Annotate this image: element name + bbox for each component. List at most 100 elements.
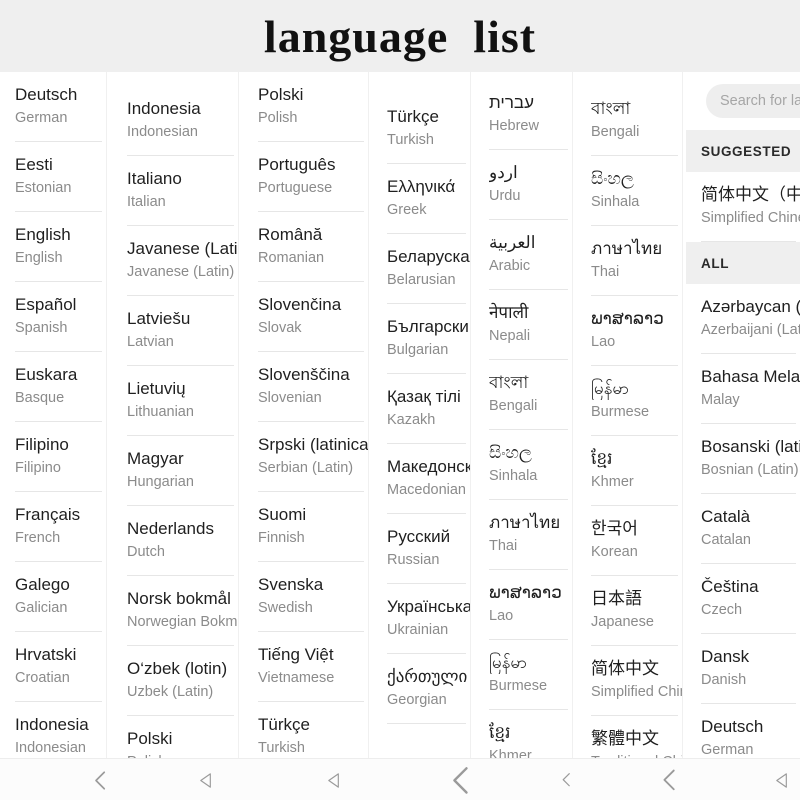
language-row[interactable]: Magyar Hungarian (112, 436, 238, 506)
language-native-name: ខ្មែរ (489, 723, 511, 742)
language-row[interactable]: සිංහල Sinhala (474, 430, 572, 500)
language-row[interactable]: Svenska Swedish (243, 562, 368, 632)
back-chevron-2-icon[interactable] (441, 759, 481, 800)
language-native-name: မြန်မာ (591, 379, 630, 398)
language-row[interactable]: Français French (0, 492, 106, 562)
language-row[interactable]: မြန်မာ Burmese (474, 640, 572, 710)
language-row[interactable]: Dansk Danish (686, 634, 800, 704)
language-row[interactable]: ພາສາລາວ Lao (576, 296, 682, 366)
language-list-panel[interactable]: Deutsch German Eesti Estonian English English… (0, 72, 106, 758)
language-row[interactable]: 简体中文（中国） Simplified Chinese (China) (686, 172, 800, 242)
language-row[interactable]: ภาษาไทย Thai (474, 500, 572, 570)
language-row[interactable]: Tiếng Việt Vietnamese (243, 632, 368, 702)
language-row[interactable]: 日本語 Japanese (576, 576, 682, 646)
back-triangle-1-icon[interactable] (186, 759, 226, 800)
language-native-name: Беларуская (387, 247, 470, 266)
search-input[interactable]: Search for language (706, 84, 800, 118)
language-row[interactable]: 简体中文 Simplified Chinese (576, 646, 682, 716)
language-row[interactable]: বাংলা Bengali (474, 360, 572, 430)
language-row[interactable]: ພາສາລາວ Lao (474, 570, 572, 640)
language-row[interactable]: नेपाली Nepali (474, 290, 572, 360)
language-row[interactable]: Català Catalan (686, 494, 800, 564)
language-native-name: العربية (489, 233, 536, 252)
language-row[interactable]: Español Spanish (0, 282, 106, 352)
language-row[interactable]: Македонски Macedonian (372, 444, 470, 514)
language-row[interactable]: Türkçe Turkish (243, 702, 368, 758)
language-list-panel[interactable]: עברית Hebrew اردو Urdu العربية Arabic नेपाली Ne… (474, 72, 572, 758)
language-search-panel[interactable]: Search for language SUGGESTED 简体中文（中国） Simp… (686, 72, 800, 758)
language-row[interactable]: ខ្មែរ Khmer (576, 436, 682, 506)
language-row[interactable]: Suomi Finnish (243, 492, 368, 562)
language-row[interactable]: PolskiPolish (112, 716, 238, 758)
language-row[interactable]: සිංහල Sinhala (576, 156, 682, 226)
back-chevron-3-icon[interactable] (546, 759, 586, 800)
language-row[interactable]: Slovenščina Slovenian (243, 352, 368, 422)
language-row[interactable]: Lietuvių Lithuanian (112, 366, 238, 436)
back-chevron-1-icon[interactable] (80, 759, 120, 800)
language-row[interactable]: العربية Arabic (474, 220, 572, 290)
language-row[interactable]: Galego Galician (0, 562, 106, 632)
language-row[interactable]: Norsk bokmål Norwegian Bokmål (112, 576, 238, 646)
language-row[interactable]: Русский Russian (372, 514, 470, 584)
language-english-name: French (15, 530, 61, 546)
language-list-panel[interactable]: বাংলা Bengali සිංහල Sinhala ภาษาไทย Thai ພາສາລ… (576, 72, 682, 758)
language-row[interactable]: Nederlands Dutch (112, 506, 238, 576)
language-row[interactable]: اردو Urdu (474, 150, 572, 220)
language-native-name: 日本語 (591, 589, 642, 608)
language-row[interactable]: Čeština Czech (686, 564, 800, 634)
language-english-name: Serbian (Latin) (258, 460, 354, 476)
language-row[interactable]: Bosanski (latinica) Bosnian (Latin) (686, 424, 800, 494)
language-row[interactable]: Eesti Estonian (0, 142, 106, 212)
back-triangle-3-icon[interactable] (762, 759, 800, 800)
language-english-name: Catalan (701, 532, 751, 548)
language-row[interactable]: ខ្មែរ Khmer (474, 710, 572, 758)
language-row[interactable]: 繁體中文Traditional Chinese (576, 716, 682, 758)
language-row[interactable]: 한국어 Korean (576, 506, 682, 576)
language-row[interactable]: ภาษาไทย Thai (576, 226, 682, 296)
language-row[interactable]: Hrvatski Croatian (0, 632, 106, 702)
panel-seam (470, 72, 471, 758)
language-row[interactable]: Srpski (latinica) Serbian (Latin) (243, 422, 368, 492)
language-row[interactable]: Українська Ukrainian (372, 584, 470, 654)
language-row[interactable]: Azərbaycan (latin) Azerbaijani (Latin) (686, 284, 800, 354)
language-row[interactable]: ქართული Georgian (372, 654, 470, 724)
language-native-name: Català (701, 507, 751, 526)
language-native-name: Bahasa Melayu (701, 367, 800, 386)
language-list-panel[interactable]: Indonesia Indonesian Italiano Italian Javane… (112, 72, 238, 758)
language-english-name: Russian (387, 552, 440, 568)
language-row[interactable]: မြန်မာ Burmese (576, 366, 682, 436)
back-chevron-4-icon[interactable] (649, 759, 689, 800)
language-row[interactable]: Indonesia Indonesian (0, 702, 106, 758)
language-row[interactable]: Deutsch German (0, 72, 106, 142)
language-row[interactable]: Bahasa Melayu Malay (686, 354, 800, 424)
language-list-panel[interactable]: Polski Polish Português Portuguese Română Rom… (243, 72, 368, 758)
language-row[interactable]: Türkçe Turkish (372, 94, 470, 164)
language-row[interactable]: Latviešu Latvian (112, 296, 238, 366)
language-row[interactable]: Indonesia Indonesian (112, 86, 238, 156)
back-triangle-2-icon[interactable] (314, 759, 354, 800)
language-row[interactable]: O‘zbek (lotin) Uzbek (Latin) (112, 646, 238, 716)
language-row[interactable]: Беларуская Belarusian (372, 234, 470, 304)
language-native-name: Srpski (latinica) (258, 435, 368, 454)
language-list-panel[interactable]: Türkçe Turkish Ελληνικά Greek Беларуская Bela… (372, 72, 470, 758)
language-english-name: Hebrew (489, 118, 539, 134)
language-english-name: Estonian (15, 180, 72, 196)
language-native-name: Indonesia (127, 99, 201, 118)
language-row[interactable]: Қазақ тілі Kazakh (372, 374, 470, 444)
language-row[interactable]: Euskara Basque (0, 352, 106, 422)
language-row[interactable]: Italiano Italian (112, 156, 238, 226)
language-row[interactable]: Български Bulgarian (372, 304, 470, 374)
language-row[interactable]: Português Portuguese (243, 142, 368, 212)
language-row[interactable]: Javanese (Latin) Javanese (Latin) (112, 226, 238, 296)
language-native-name: Português (258, 155, 336, 174)
language-row[interactable]: বাংলা Bengali (576, 86, 682, 156)
language-row[interactable]: PolskiPolish (243, 72, 368, 142)
language-row[interactable]: Română Romanian (243, 212, 368, 282)
language-row[interactable]: English English (0, 212, 106, 282)
language-row[interactable]: Slovenčina Slovak (243, 282, 368, 352)
language-row[interactable]: Ελληνικά Greek (372, 164, 470, 234)
language-row[interactable]: עברית Hebrew (474, 80, 572, 150)
language-row[interactable]: Filipino Filipino (0, 422, 106, 492)
language-native-name: Filipino (15, 435, 69, 454)
language-row[interactable]: Deutsch German (686, 704, 800, 758)
